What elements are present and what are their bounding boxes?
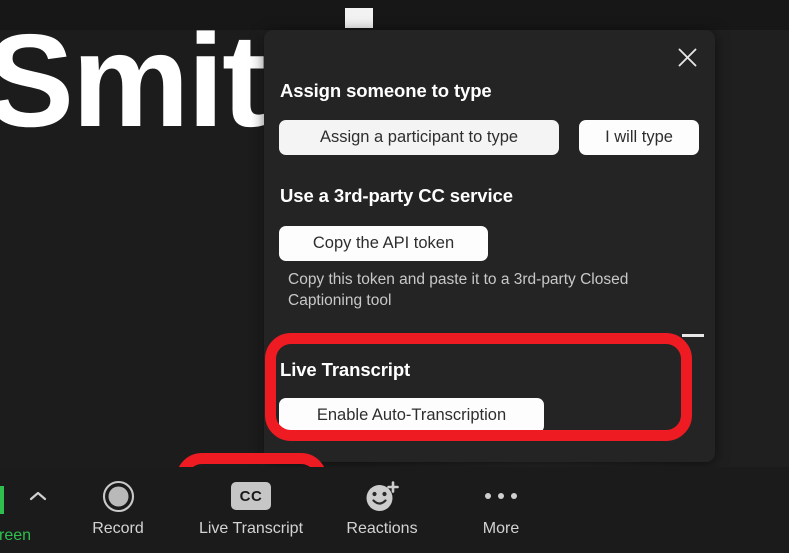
closed-caption-popup: Assign someone to type Assign a particip… (264, 30, 715, 462)
toolbar-item-more[interactable]: More (441, 475, 561, 538)
cc-icon: CC (231, 475, 271, 517)
toolbar-item-record[interactable]: Record (58, 475, 178, 538)
share-screen-active-indicator (0, 486, 4, 514)
zoom-meeting-window: Smith th Assign someone to type Assign a… (0, 0, 789, 553)
meeting-toolbar: Record CC Live Transcript Reactions More (0, 467, 789, 553)
cc-icon-text: CC (231, 482, 271, 510)
record-icon (102, 475, 135, 517)
more-dots-icon (485, 475, 517, 517)
toolbar-item-reactions[interactable]: Reactions (322, 475, 442, 538)
toolbar-label-record: Record (92, 520, 144, 537)
section-title-live-transcript: Live Transcript (280, 359, 411, 380)
share-screen-label: reen (0, 527, 32, 544)
i-will-type-button[interactable]: I will type (579, 120, 699, 155)
section-title-assign: Assign someone to type (280, 80, 492, 101)
toolbar-label-reactions: Reactions (346, 520, 418, 537)
toolbar-label-more: More (482, 520, 520, 537)
api-token-helper-text: Copy this token and paste it to a 3rd-pa… (288, 271, 629, 309)
assign-participant-button[interactable]: Assign a participant to type (279, 120, 559, 155)
enable-auto-transcription-button[interactable]: Enable Auto-Transcription (279, 398, 544, 433)
copy-api-token-button[interactable]: Copy the API token (279, 226, 488, 261)
section-title-third-party: Use a 3rd-party CC service (280, 185, 513, 206)
reactions-icon (364, 475, 400, 517)
close-icon[interactable] (668, 38, 706, 76)
toolbar-item-live-transcript[interactable]: CC Live Transcript (191, 475, 311, 538)
chevron-up-icon[interactable] (28, 489, 48, 508)
toolbar-label-live-transcript: Live Transcript (198, 520, 304, 537)
panel-divider-tick (682, 334, 704, 337)
